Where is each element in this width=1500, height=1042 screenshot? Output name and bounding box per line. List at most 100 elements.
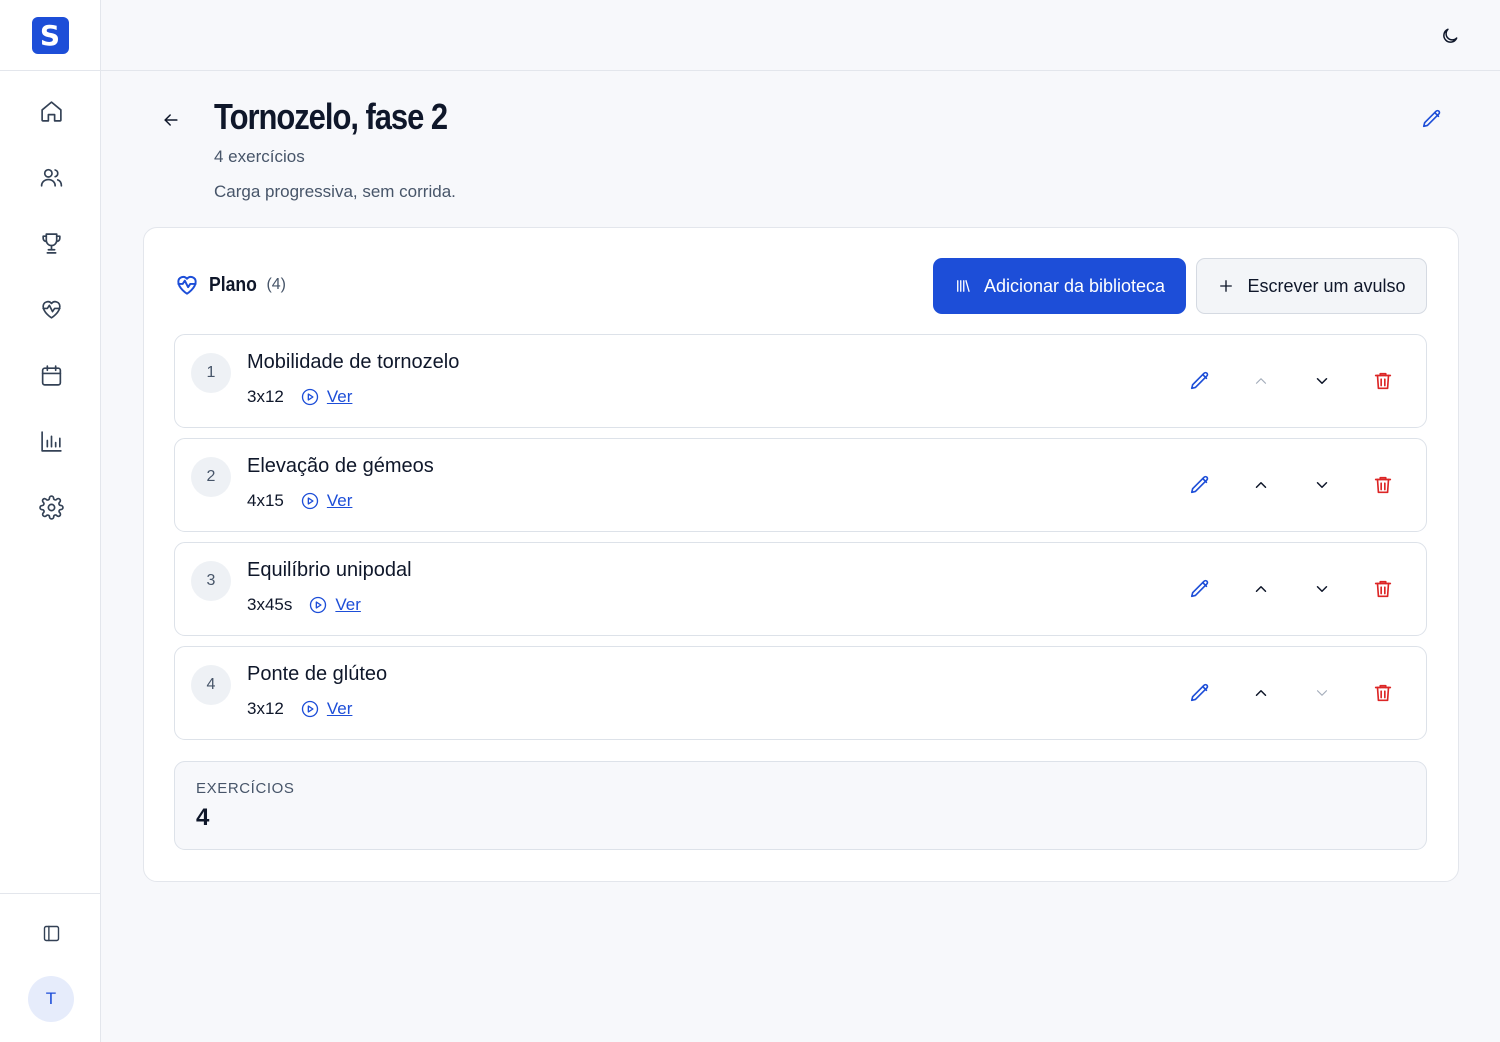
chevron-up-icon [1255, 690, 1267, 696]
theme-toggle-button[interactable] [1436, 22, 1464, 50]
library-icon [957, 280, 970, 292]
pencil-icon [1190, 579, 1209, 598]
back-button[interactable] [156, 105, 186, 135]
exercise-row: 4 Ponte de glúteo 3x12 Ver [174, 646, 1427, 740]
sidebar-divider [0, 893, 100, 894]
exercise-name: Equilíbrio unipodal [247, 559, 412, 581]
exercise-meta: 3x12 Ver [247, 387, 352, 407]
sidebar-item-home[interactable] [30, 90, 72, 132]
view-link-label: Ver [335, 595, 361, 614]
exercise-number: 2 [191, 457, 231, 497]
move-up-button[interactable] [1243, 675, 1279, 711]
sidebar: S T [0, 0, 101, 1042]
exercise-number: 4 [191, 665, 231, 705]
write-single-button[interactable]: Escrever um avulso [1196, 258, 1427, 314]
chevron-up-icon [1255, 378, 1267, 384]
chevron-down-icon [1316, 690, 1328, 696]
app-logo[interactable]: S [31, 16, 69, 54]
pencil-icon [1190, 683, 1209, 702]
delete-exercise-button[interactable] [1365, 363, 1401, 399]
trash-icon [1374, 372, 1392, 390]
move-up-button[interactable] [1243, 467, 1279, 503]
exercise-sets: 3x12 [247, 387, 284, 406]
exercise-meta: 4x15 Ver [247, 491, 352, 511]
chevron-up-icon [1255, 482, 1267, 488]
chevron-up-icon [1255, 586, 1267, 592]
move-up-button[interactable] [1243, 363, 1279, 399]
topbar [101, 0, 1500, 71]
summary-label: EXERCÍCIOS [196, 780, 295, 797]
view-link-label: Ver [326, 387, 353, 406]
chevron-down-icon [1316, 586, 1328, 592]
pencil-icon [1190, 371, 1209, 390]
exercise-meta: 3x12 Ver [247, 699, 352, 719]
view-link-label: Ver [326, 491, 353, 510]
move-down-button[interactable] [1304, 363, 1340, 399]
sidebar-item-health[interactable] [30, 288, 72, 330]
exercise-number: 3 [191, 561, 231, 601]
moon-icon [1443, 28, 1458, 43]
view-exercise-link[interactable]: Ver [300, 387, 353, 407]
play-circle-icon [301, 492, 319, 510]
exercise-summary: EXERCÍCIOS 4 [174, 761, 1427, 850]
sidebar-item-trophy[interactable] [30, 222, 72, 264]
bar-chart-icon [40, 430, 62, 452]
sidebar-item-users[interactable] [30, 156, 72, 198]
exercise-name: Elevação de gémeos [247, 455, 434, 477]
play-circle-icon [301, 700, 319, 718]
edit-exercise-button[interactable] [1182, 363, 1218, 399]
plan-title: Plano [209, 273, 257, 296]
trash-icon [1374, 580, 1392, 598]
move-down-button[interactable] [1304, 675, 1340, 711]
sidebar-collapse-button[interactable] [30, 912, 72, 954]
view-link-label: Ver [326, 699, 353, 718]
summary-value: 4 [196, 804, 210, 831]
users-icon [40, 168, 62, 187]
exercise-name: Mobilidade de tornozelo [247, 351, 460, 373]
chevron-down-icon [1316, 482, 1328, 488]
pencil-icon [1422, 109, 1441, 128]
edit-plan-button[interactable] [1418, 105, 1446, 133]
chevron-down-icon [1316, 378, 1328, 384]
trash-icon [1374, 684, 1392, 702]
sidebar-item-stats[interactable] [30, 420, 72, 462]
delete-exercise-button[interactable] [1365, 467, 1401, 503]
pencil-icon [1190, 475, 1209, 494]
view-exercise-link[interactable]: Ver [300, 491, 353, 511]
exercise-number: 1 [191, 353, 231, 393]
page-title: Tornozelo, fase 2 [214, 96, 448, 137]
heart-pulse-icon [177, 275, 197, 295]
edit-exercise-button[interactable] [1182, 675, 1218, 711]
move-up-button[interactable] [1243, 571, 1279, 607]
plan-count: (4) [266, 276, 287, 293]
edit-exercise-button[interactable] [1182, 467, 1218, 503]
delete-exercise-button[interactable] [1365, 675, 1401, 711]
exercise-sets: 3x12 [247, 699, 284, 718]
play-circle-icon [310, 596, 327, 614]
add-from-library-button[interactable]: Adicionar da biblioteca [933, 258, 1186, 314]
user-avatar[interactable]: T [28, 976, 74, 1022]
trophy-icon [41, 232, 61, 254]
gear-icon [38, 494, 64, 520]
calendar-icon [41, 364, 61, 386]
heart-pulse-icon [41, 300, 61, 319]
logo-area: S [0, 0, 100, 71]
exercise-sets: 4x15 [247, 491, 284, 510]
exercise-name: Ponte de glúteo [247, 663, 388, 685]
plan-heading: Plano (4) [174, 272, 286, 298]
trash-icon [1374, 476, 1392, 494]
sidebar-item-calendar[interactable] [30, 354, 72, 396]
exercise-row: 2 Elevação de gémeos 4x15 Ver [174, 438, 1427, 532]
home-icon [40, 100, 62, 122]
sidebar-toggle-icon [43, 925, 59, 941]
plus-icon [1220, 280, 1233, 292]
exercise-row: 3 Equilíbrio unipodal 3x45s Ver [174, 542, 1427, 636]
delete-exercise-button[interactable] [1365, 571, 1401, 607]
exercise-count-subtitle: 4 exercícios [214, 147, 305, 166]
view-exercise-link[interactable]: Ver [308, 595, 361, 615]
sidebar-item-settings[interactable] [30, 486, 72, 528]
edit-exercise-button[interactable] [1182, 571, 1218, 607]
move-down-button[interactable] [1304, 571, 1340, 607]
move-down-button[interactable] [1304, 467, 1340, 503]
view-exercise-link[interactable]: Ver [300, 699, 353, 719]
